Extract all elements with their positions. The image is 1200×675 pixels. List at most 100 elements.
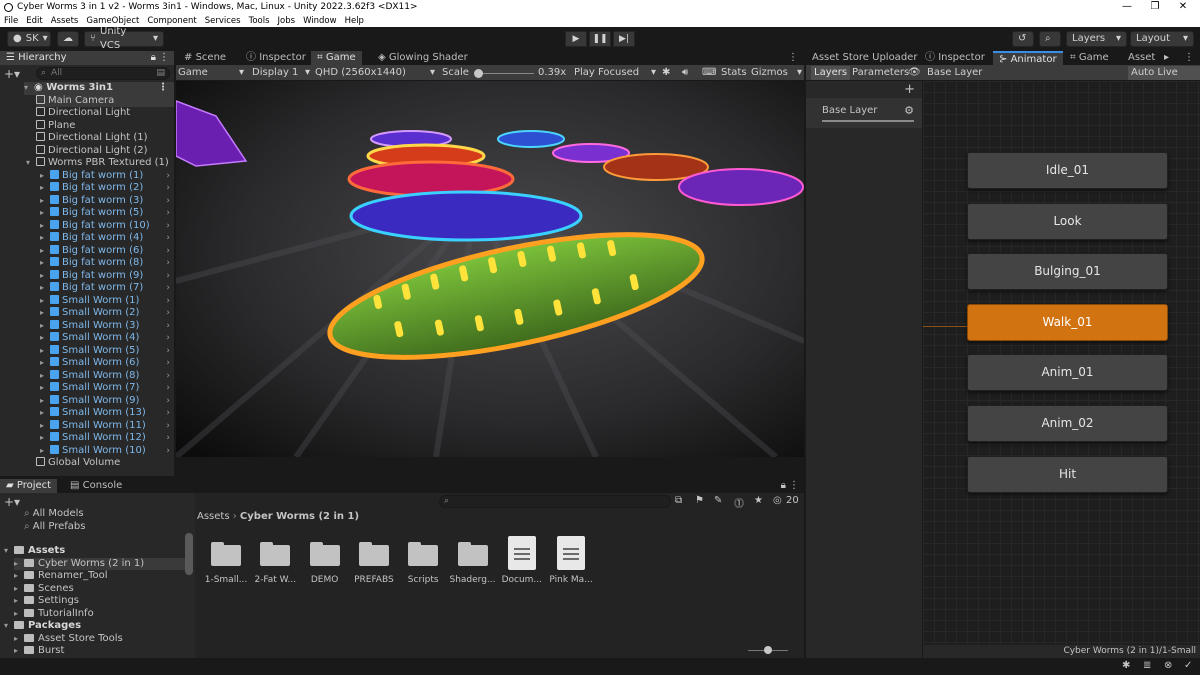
hierarchy-item[interactable]: ▸ Small Worm (7) › [40, 382, 174, 395]
chevron-right-icon[interactable]: › [166, 382, 170, 395]
expand-arrow-icon[interactable]: ▸ [40, 195, 50, 208]
expand-arrow-icon[interactable]: ▸ [40, 432, 50, 445]
create-asset-button[interactable]: +▾ [4, 495, 20, 509]
menu-tools[interactable]: Tools [249, 16, 270, 26]
hierarchy-item[interactable]: ▸ Small Worm (12) › [40, 432, 174, 445]
menu-window[interactable]: Window [303, 16, 337, 26]
hierarchy-item[interactable]: Directional Light (1) [36, 132, 174, 145]
hierarchy-item[interactable]: ▸ Big fat worm (5) › [40, 207, 174, 220]
expand-arrow-icon[interactable]: ▸ [40, 445, 50, 458]
expand-arrow-icon[interactable]: ▸ [40, 207, 50, 220]
bug-icon[interactable]: ✱ [662, 66, 670, 80]
tab-game-right[interactable]: ⌗ Game [1064, 51, 1115, 65]
gear-icon[interactable]: ⚙ [904, 104, 914, 117]
chevron-right-icon[interactable]: › [166, 407, 170, 420]
chevron-right-icon[interactable]: › [166, 245, 170, 258]
tab-asset[interactable]: Asset [1122, 51, 1161, 65]
icon-size-slider[interactable] [748, 646, 788, 654]
minimize-icon[interactable]: — [1112, 0, 1142, 14]
animator-breadcrumb[interactable]: Base Layer [927, 66, 982, 80]
asset-item-label[interactable]: Docum... [496, 575, 548, 585]
expand-arrow-icon[interactable]: ▸ [40, 257, 50, 270]
document-icon[interactable] [507, 536, 536, 570]
speaker-icon[interactable]: 🔊︎ [682, 66, 688, 80]
layer-row[interactable]: Base Layer ⚙ [806, 98, 922, 128]
hierarchy-item[interactable]: ▾ Worms PBR Textured (1) [26, 157, 174, 170]
chevron-right-icon[interactable]: › [166, 332, 170, 345]
menu-jobs[interactable]: Jobs [278, 16, 296, 26]
expand-arrow-icon[interactable]: ▾ [4, 545, 14, 558]
undo-history-button[interactable]: ↺ [1012, 31, 1034, 47]
cache-server-icon[interactable]: ≣ [1143, 660, 1151, 671]
kebab-menu-icon[interactable]: ⋮ [789, 479, 799, 493]
auto-live-link-button[interactable]: Auto Live Link [1128, 66, 1200, 92]
search-by-type-icon[interactable]: ⧉ [675, 495, 682, 506]
menu-assets[interactable]: Assets [51, 16, 79, 26]
lock-icon[interactable]: 🔒︎ [151, 51, 156, 65]
hierarchy-item[interactable]: ▸ Big fat worm (9) › [40, 269, 174, 283]
expand-arrow-icon[interactable]: ▾ [26, 157, 36, 170]
stats-button[interactable]: Stats [721, 66, 747, 80]
expand-arrow-icon[interactable]: ▸ [40, 282, 50, 295]
chevron-right-icon[interactable]: › [166, 307, 170, 320]
hierarchy-item[interactable]: ▸ Big fat worm (1) › [40, 169, 174, 183]
layers-dropdown[interactable]: Layers ▾ [1066, 31, 1127, 47]
hierarchy-item[interactable]: Directional Light (2) [36, 144, 174, 158]
game-mode-dropdown[interactable]: Game ▾ [178, 66, 246, 80]
chevron-right-icon[interactable]: › [166, 320, 170, 333]
check-icon[interactable]: ✓ [1184, 660, 1192, 671]
star-icon[interactable]: ★ [754, 495, 763, 506]
close-icon[interactable]: ✕ [1168, 0, 1198, 14]
resolution-dropdown[interactable]: QHD (2560x1440) ▾ [315, 66, 435, 80]
expand-arrow-icon[interactable]: ▸ [40, 220, 50, 233]
hierarchy-item[interactable]: Main Camera [36, 94, 174, 107]
scale-slider[interactable] [474, 69, 534, 78]
project-tree-item[interactable]: ▸ TutorialInfo [14, 608, 185, 621]
hierarchy-item[interactable]: ▸ Small Worm (5) › [40, 344, 174, 358]
hierarchy-item[interactable]: ▸ Small Worm (13) › [40, 407, 174, 420]
folder-icon[interactable] [211, 540, 241, 566]
chevron-right-icon[interactable]: › [166, 357, 170, 370]
project-tree-item[interactable]: ⌕ All Prefabs [24, 521, 185, 534]
hierarchy-item[interactable]: ▸ Small Worm (1) › [40, 294, 174, 308]
tab-scene[interactable]: # Scene [178, 51, 232, 65]
asset-item-label[interactable]: DEMO [299, 575, 351, 585]
chevron-right-icon[interactable]: › [166, 170, 170, 183]
chevron-right-icon[interactable]: › [166, 232, 170, 245]
play-mode-dropdown[interactable]: Play Focused ▾ [574, 66, 656, 80]
project-search-input[interactable]: ⌕ [439, 495, 671, 508]
expand-arrow-icon[interactable]: ▸ [40, 407, 50, 420]
expand-arrow-icon[interactable]: ▸ [14, 595, 24, 608]
step-button[interactable]: ▶| [613, 31, 635, 47]
menu-services[interactable]: Services [205, 16, 241, 26]
chevron-right-icon[interactable]: › [166, 257, 170, 270]
project-tree-item[interactable]: ▸ Scenes [14, 583, 185, 596]
chevron-right-icon[interactable]: › [166, 207, 170, 220]
add-object-button[interactable]: +▾ [4, 67, 20, 81]
expand-arrow-icon[interactable]: ▸ [40, 295, 50, 308]
expand-arrow-icon[interactable]: ▸ [40, 357, 50, 370]
filter-icon[interactable]: ⚑ [695, 495, 704, 506]
tab-animator[interactable]: ⊱ Animator [993, 51, 1063, 65]
hierarchy-item[interactable]: ▸ Big fat worm (7) › [40, 282, 174, 295]
hierarchy-item[interactable]: ▸ Big fat worm (4) › [40, 232, 174, 245]
filter-icon[interactable]: ▤ [156, 68, 165, 78]
project-tree-item[interactable]: ▸ Renamer_Tool [14, 570, 185, 583]
hierarchy-item[interactable]: ▸ Big fat worm (10) › [40, 219, 174, 233]
add-layer-icon[interactable]: + [904, 82, 915, 97]
folder-icon[interactable] [309, 540, 340, 566]
asset-item-label[interactable]: 1-Small... [200, 575, 252, 585]
chevron-right-icon[interactable]: › [166, 270, 170, 283]
project-tree-item[interactable]: ▾ Assets [4, 545, 185, 558]
asset-item-label[interactable]: PREFABS [348, 575, 400, 585]
hierarchy-search-input[interactable]: ⌕ All ▤ [36, 67, 170, 80]
hierarchy-item[interactable]: ▸ Small Worm (3) › [40, 319, 174, 333]
animator-state[interactable]: Look [967, 202, 1168, 240]
tab-hierarchy[interactable]: ☰ Hierarchy 🔒︎ ⋮ [0, 51, 174, 65]
project-tree-item[interactable]: ⌕ All Models [24, 508, 185, 521]
asset-item-label[interactable]: Shaderg... [447, 575, 499, 585]
expand-arrow-icon[interactable]: ▾ [24, 82, 34, 95]
expand-arrow-icon[interactable]: ▸ [40, 382, 50, 395]
chevron-right-icon[interactable]: ▸ [1164, 51, 1169, 65]
animator-state[interactable]: Anim_01 [967, 354, 1168, 392]
